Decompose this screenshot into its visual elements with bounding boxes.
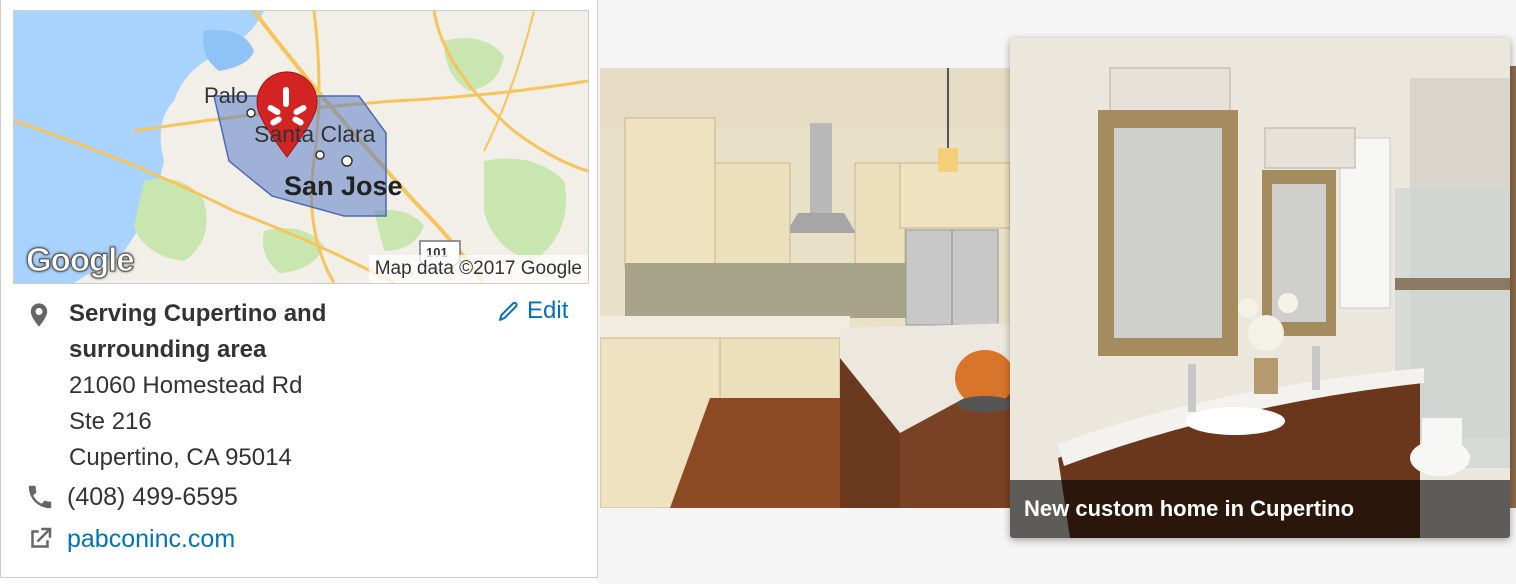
map-label-palo: Palo — [204, 83, 249, 108]
kitchen-image — [600, 68, 1020, 508]
business-info-card: Palo Santa Clara San Jose 101 Google Map… — [0, 0, 598, 578]
map-attribution: Map data ©2017 Google — [368, 255, 588, 283]
address-city-line: Cupertino, CA 95014 — [69, 444, 292, 471]
pencil-icon — [499, 301, 518, 321]
phone-row: (408) 499-6595 — [25, 482, 238, 512]
phone-number: (408) 499-6595 — [67, 482, 238, 511]
address-line-2: Ste 216 — [69, 408, 152, 435]
location-pin-icon — [30, 303, 48, 327]
bathroom-photo[interactable]: New custom home in Cupertino — [1010, 38, 1510, 538]
external-link-icon — [31, 527, 52, 548]
service-area-title: Serving Cupertino and surrounding area — [69, 300, 327, 363]
bathroom-image — [1010, 38, 1510, 538]
map-label-san-jose: San Jose — [284, 171, 403, 201]
address-text: Serving Cupertino and surrounding area 2… — [69, 296, 399, 476]
website-link[interactable]: pabconinc.com — [67, 525, 235, 554]
photo-caption: New custom home in Cupertino — [1010, 480, 1510, 538]
map[interactable]: Palo Santa Clara San Jose 101 Google Map… — [13, 10, 589, 284]
kitchen-photo[interactable] — [600, 68, 1020, 508]
edit-button[interactable]: Edit — [497, 297, 568, 325]
website-row: pabconinc.com — [25, 524, 235, 554]
google-logo: Google — [26, 241, 136, 279]
map-label-santa-clara: Santa Clara — [254, 121, 376, 147]
address-line-1: 21060 Homestead Rd — [69, 372, 303, 399]
phone-icon — [28, 485, 52, 509]
next-photo-edge — [1510, 66, 1516, 508]
edit-label: Edit — [527, 297, 569, 324]
